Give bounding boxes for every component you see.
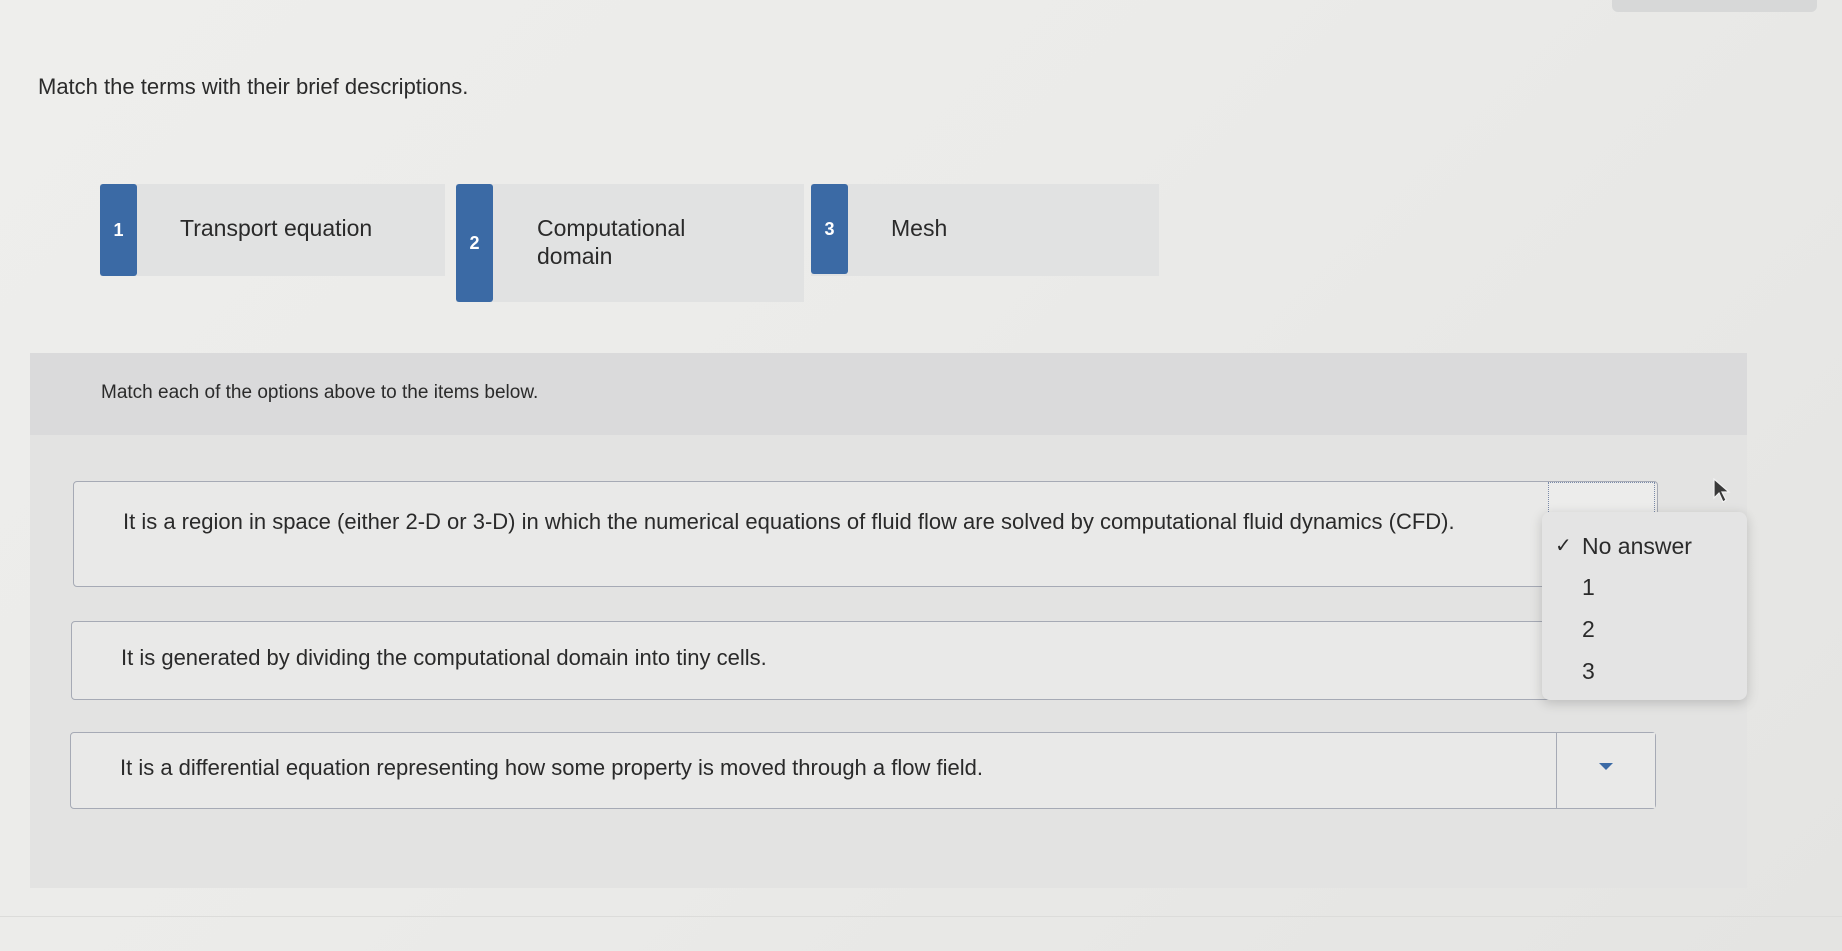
- matching-header: Match each of the options above to the i…: [30, 353, 1747, 435]
- answer-dropdown-menu: ✓ No answer 1 2 3: [1542, 512, 1747, 700]
- dropdown-option-2[interactable]: 2: [1542, 610, 1747, 648]
- match-item-text: It is a region in space (either 2-D or 3…: [123, 509, 1455, 534]
- match-item-2: It is generated by dividing the computat…: [71, 621, 1653, 700]
- term-label: Transport equation: [180, 215, 373, 241]
- match-item-1: It is a region in space (either 2-D or 3…: [73, 481, 1658, 587]
- dropdown-option-1[interactable]: 1: [1542, 568, 1747, 606]
- matching-instruction: Match each of the options above to the i…: [101, 382, 539, 403]
- chevron-down-icon: [1599, 763, 1613, 770]
- term-number-badge: 2: [456, 184, 493, 302]
- match-item-3: It is a differential equation representi…: [70, 732, 1656, 809]
- term-number-badge: 1: [100, 184, 137, 276]
- answer-select-3[interactable]: [1556, 733, 1655, 808]
- dropdown-option-no-answer[interactable]: ✓ No answer: [1542, 527, 1747, 565]
- top-tab: [1612, 0, 1817, 12]
- option-label: 2: [1582, 616, 1595, 642]
- term-card-3[interactable]: 3 Mesh: [811, 184, 1159, 276]
- match-item-text: It is a differential equation representi…: [120, 755, 983, 780]
- answer-select-1[interactable]: [1548, 482, 1655, 514]
- option-label: 1: [1582, 574, 1595, 600]
- option-label: 3: [1582, 658, 1595, 684]
- term-card-1[interactable]: 1 Transport equation: [100, 184, 445, 276]
- dropdown-option-3[interactable]: 3: [1542, 652, 1747, 690]
- term-label: Computational domain: [537, 215, 686, 269]
- match-item-text: It is generated by dividing the computat…: [121, 645, 767, 670]
- term-label: Mesh: [891, 215, 948, 241]
- question-prompt: Match the terms with their brief descrip…: [38, 74, 469, 99]
- checkmark-icon: ✓: [1555, 535, 1572, 557]
- mouse-pointer-icon: [1713, 478, 1731, 503]
- term-card-2[interactable]: 2 Computational domain: [456, 184, 804, 302]
- term-number-badge: 3: [811, 184, 848, 274]
- divider: [0, 916, 1842, 917]
- option-label: No answer: [1582, 533, 1692, 559]
